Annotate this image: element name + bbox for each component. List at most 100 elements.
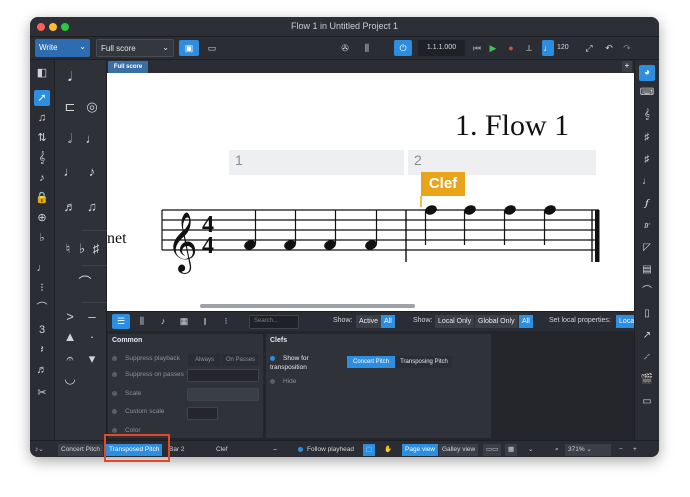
voice-icon[interactable]: ♬ [34,362,50,378]
local-only-button[interactable]: Local Only [435,315,475,328]
tuplet-icon[interactable]: 3 [34,322,50,338]
harp-pedal-icon[interactable]: 𝆱 [639,350,655,366]
note-icon[interactable]: ♪⌄ [32,444,47,456]
show-for-transposition-row[interactable]: Show for transposition [270,354,338,371]
horizontal-scrollbar[interactable] [200,304,415,308]
quarter-note-icon[interactable]: ♩ [61,163,79,181]
text-icon[interactable]: ▭ [639,394,655,410]
staccato-dot-icon[interactable]: · [83,328,101,346]
zoom-out-button[interactable]: − [616,444,626,456]
hide-row[interactable]: Hide [270,376,296,388]
tab-full-score[interactable]: Full score [108,61,148,73]
hand-tool-icon[interactable]: ✋ [381,444,395,456]
time-signature-icon[interactable]: ♯ [639,152,655,168]
accidental-icon[interactable]: ♭ [34,230,50,246]
galley-view-button[interactable]: Galley view [439,444,479,456]
tempo-icon[interactable]: ♩ [639,174,655,190]
custom-scale-field[interactable] [187,407,218,420]
cue-icon[interactable]: 🎬 [639,372,655,388]
mixer-icon[interactable]: ⫼ [358,40,376,56]
panel-toggle-icon[interactable]: ◧ [34,65,50,81]
insert-icon[interactable]: ⇅ [34,130,50,146]
all-filter-button[interactable]: All [381,315,395,328]
score-view[interactable]: 1. Flow 1 1 2 net 𝄞 4 4 Clef [107,73,634,311]
video-icon[interactable]: ✇ [336,40,354,56]
quarter-note-icon[interactable]: ♩ [83,130,101,148]
selection-tool-icon[interactable]: ⬚ [363,444,376,456]
page-view-button[interactable]: Page view [402,444,438,456]
bars-icon[interactable]: ▯ [639,306,655,322]
keyboard-icon[interactable]: ⌨ [639,85,655,101]
fretboard-icon[interactable]: ♪ [154,314,172,329]
property-toggle[interactable] [112,408,117,414]
concert-pitch-button[interactable]: Concert Pitch [58,444,104,456]
short-fermata-icon[interactable]: ◡ [61,370,79,388]
half-note-icon[interactable]: 𝅗𝅥 [61,130,79,148]
slur-icon[interactable]: ⌒ [71,274,99,292]
property-toggle[interactable] [112,427,117,433]
undo-icon[interactable]: ↶ [602,40,616,56]
view-options-icon[interactable]: ▦ [505,444,518,456]
page-view-toggle-icon[interactable]: ▣ [179,40,199,56]
concert-pitch-option[interactable]: Concert Pitch [347,356,395,368]
ornaments-icon[interactable]: 𝆖 [639,218,655,234]
global-only-button[interactable]: Global Only [475,315,518,328]
follow-playhead-toggle[interactable]: Follow playhead [295,444,357,456]
bracket-icon[interactable]: ⊏ [61,98,79,116]
staccatissimo-icon[interactable]: ▾ [83,350,101,368]
note-tempo-icon[interactable]: ♩ [542,40,554,56]
drum-pad-icon[interactable]: ▦ [175,314,193,329]
caret-icon[interactable]: ⌣ [270,444,280,456]
chevron-down-icon[interactable]: ⌄ [525,444,536,456]
thirty-second-note-icon[interactable]: ♫ [83,198,101,216]
note-group-icon[interactable]: 𝅘𝅥 [61,68,79,86]
lines-icon[interactable]: ↗ [639,328,655,344]
chord-icon[interactable]: 𝄞 [34,150,50,166]
lock-duration-icon[interactable]: 🔒 [34,190,50,206]
galley-view-toggle-icon[interactable]: ▭ [203,40,221,56]
accent-icon[interactable]: > [61,308,79,326]
holds-icon[interactable]: ⌒ [639,284,655,300]
scissors-icon[interactable]: ✂ [34,385,50,401]
property-toggle[interactable] [112,355,117,361]
active-filter-button[interactable]: Active [356,315,382,328]
metronome-icon[interactable]: ⟂ [522,40,536,56]
on-passes-option[interactable]: On Passes [222,354,259,366]
all-scope-button[interactable]: All [519,315,533,328]
zoom-in-button[interactable]: + [630,444,640,456]
keyboard-panel-icon[interactable]: ⫼ [133,314,151,329]
key-editor-icon[interactable]: ⁝ [217,314,235,329]
scale-select[interactable] [187,388,259,401]
always-option[interactable]: Always [188,354,221,366]
staccato-icon[interactable]: ⁝ [34,280,50,296]
property-toggle[interactable] [270,355,275,361]
transposing-pitch-option[interactable]: Transposing Pitch [396,356,452,368]
property-toggle[interactable] [270,378,275,384]
play-icon[interactable]: ▶ [486,40,500,56]
tenuto-icon[interactable]: – [83,308,101,326]
playing-techniques-icon[interactable]: ◸ [639,240,655,256]
rest-icon[interactable]: 𝄽 [34,342,50,358]
sixteenth-note-icon[interactable]: ♬ [61,198,79,216]
sharp-icon[interactable]: ♯ [87,240,105,258]
eighth-note-icon[interactable]: ♪ [83,163,101,181]
dynamics-icon[interactable]: 𝆑 [639,196,655,212]
layout-select[interactable]: Full score ⌄ [96,39,174,57]
note-input-icon[interactable]: ♫ [34,110,50,126]
search-input[interactable]: Search... [249,315,299,329]
key-signature-icon[interactable]: ♯ [639,130,655,146]
repeats-icon[interactable]: ▤ [639,262,655,278]
set-local-select[interactable]: Loca [616,315,634,328]
redo-icon[interactable]: ↷ [620,40,634,56]
view-options-icon[interactable]: ▭▭ [483,444,502,456]
property-toggle[interactable] [112,390,117,396]
force-duration-icon[interactable]: ⊕ [34,210,50,226]
select-tool-icon[interactable]: ➚ [34,90,50,106]
palette-icon[interactable]: ◕ [639,65,655,81]
mode-select[interactable]: Write ⌄ [35,39,90,57]
power-icon[interactable]: ⏻ [394,40,412,56]
property-toggle[interactable] [112,371,117,377]
record-icon[interactable]: ● [504,40,518,56]
custom-scale-row[interactable]: Custom scale [112,406,164,418]
zoom-select[interactable]: 371% ⌄ [565,444,611,456]
